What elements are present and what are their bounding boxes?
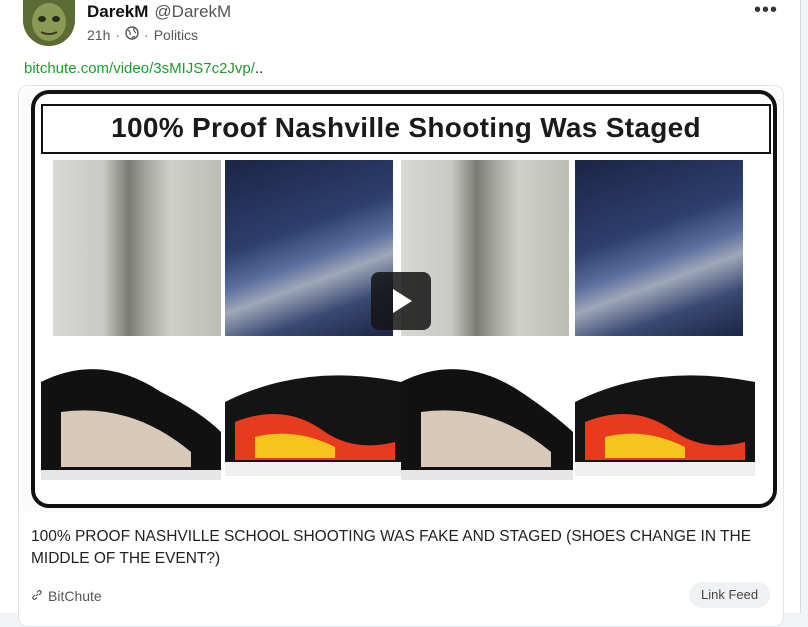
post-link[interactable]: bitchute.com/video/3sMIJS7c2Jvp/.. [24,60,263,77]
photo-shoe-flame-1 [225,342,401,498]
thumbnail-caption: 100% Proof Nashville Shooting Was Staged [41,104,771,154]
author-name[interactable]: DarekM [87,2,148,21]
post-card: DarekM @DarekM 21h · · Politics ••• bitch… [0,0,801,627]
preview-source-name: BitChute [48,588,102,604]
photo-shoe-dark-2 [575,160,743,336]
play-icon[interactable] [371,272,431,330]
globe-icon [125,26,139,43]
post-meta: 21h · · Politics [87,26,198,43]
photo-shoe-black-1 [41,342,221,498]
post-link-text[interactable]: bitchute.com/video/3sMIJS7c2Jvp/ [24,60,255,77]
photo-shoe-flame-2 [575,342,755,498]
avatar[interactable] [23,0,75,46]
link-preview-card[interactable]: 100% Proof Nashville Shooting Was Staged [18,85,784,627]
photo-legs-1 [53,160,221,336]
post-link-suffix: .. [254,60,264,77]
separator-dot: · [144,26,149,43]
video-thumbnail[interactable]: 100% Proof Nashville Shooting Was Staged [21,88,781,512]
separator-dot: · [115,26,121,43]
author-handle[interactable]: @DarekM [154,2,231,21]
link-icon [31,588,48,604]
post-category[interactable]: Politics [154,27,198,43]
photo-shoe-dark-1 [225,160,393,336]
more-icon[interactable]: ••• [754,0,778,20]
preview-source[interactable]: BitChute [31,588,102,604]
link-feed-button[interactable]: Link Feed [689,582,771,608]
preview-title[interactable]: 100% PROOF NASHVILLE SCHOOL SHOOTING WAS… [31,526,771,570]
author-line: DarekM @DarekM [87,2,231,22]
post-time[interactable]: 21h [87,27,110,43]
photo-shoe-black-2 [401,342,573,498]
